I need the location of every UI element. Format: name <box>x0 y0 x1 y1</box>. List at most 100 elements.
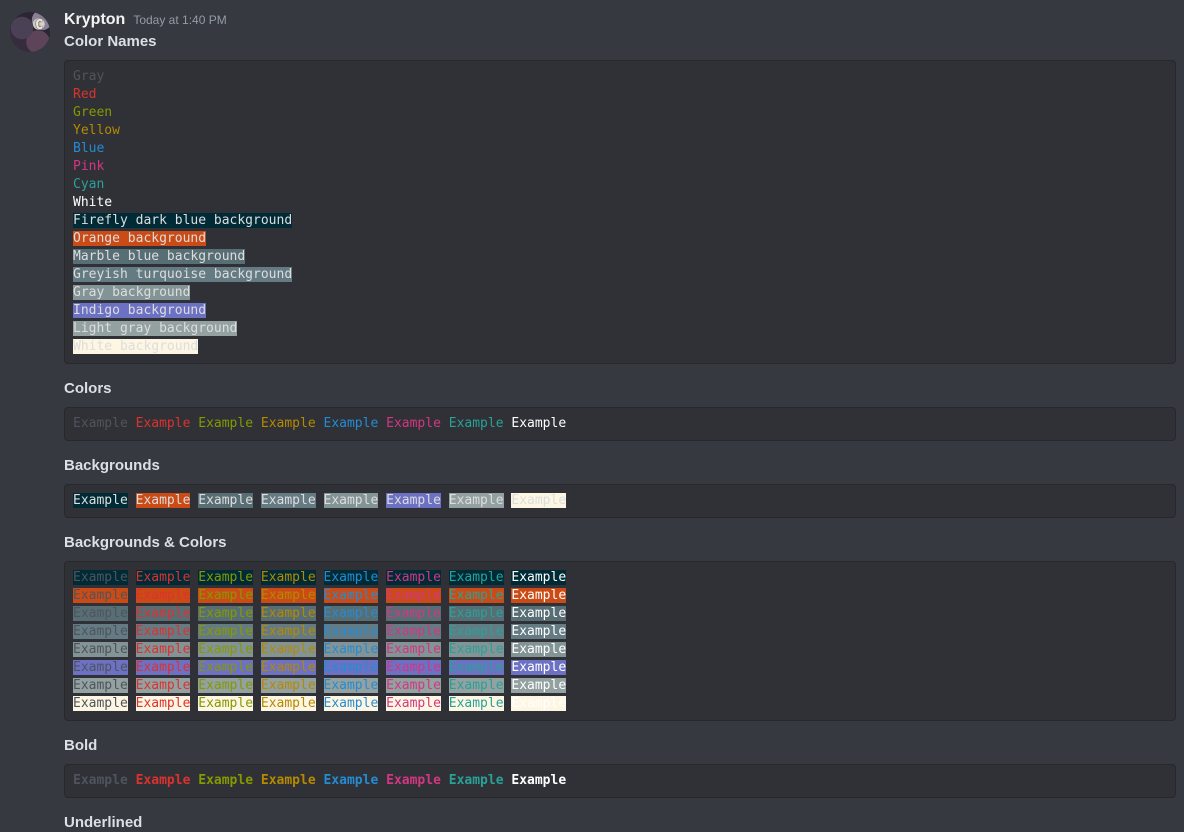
ansi-example: Example <box>449 696 504 711</box>
ansi-example: Example <box>73 678 128 693</box>
ansi-example: Example <box>73 696 128 711</box>
code-block-bold: Example Example Example Example Example … <box>64 764 1176 798</box>
ansi-example: Example <box>261 696 316 711</box>
ansi-example: Example <box>511 493 566 508</box>
ansi-example: Example <box>324 773 379 788</box>
color-name-line: Gray <box>73 68 1167 86</box>
code-block-grid: Example Example Example Example Example … <box>64 561 1176 721</box>
color-name-line: White background <box>73 338 1167 356</box>
ansi-example: Example <box>261 624 316 639</box>
color-name-line: Orange background <box>73 230 1167 248</box>
ansi-example: Example <box>511 624 566 639</box>
grid-row: Example Example Example Example Example … <box>73 677 1167 695</box>
fg-color-name: Cyan <box>73 177 104 192</box>
ansi-example: Example <box>261 588 316 603</box>
ansi-example: Example <box>136 773 191 788</box>
ansi-example: Example <box>511 642 566 657</box>
ansi-example: Example <box>386 660 441 675</box>
ansi-example: Example <box>261 493 316 508</box>
ansi-example: Example <box>511 570 566 585</box>
fg-color-name: Pink <box>73 159 104 174</box>
message-header: Krypton Today at 1:40 PM <box>64 10 1176 30</box>
ansi-example: Example <box>324 624 379 639</box>
fg-color-name: White <box>73 195 112 210</box>
ansi-example: Example <box>386 642 441 657</box>
ansi-example: Example <box>198 416 253 431</box>
ansi-example: Example <box>261 570 316 585</box>
ansi-example: Example <box>386 678 441 693</box>
ansi-example: Example <box>136 416 191 431</box>
ansi-example: Example <box>511 696 566 711</box>
grid-row: Example Example Example Example Example … <box>73 695 1167 713</box>
chat-message: C Krypton Today at 1:40 PM Color Names G… <box>0 0 1184 832</box>
ansi-example: Example <box>73 493 128 508</box>
bg-color-name: Gray background <box>73 285 190 300</box>
ansi-example: Example <box>324 416 379 431</box>
grid-row: Example Example Example Example Example … <box>73 659 1167 677</box>
ansi-example: Example <box>73 660 128 675</box>
ansi-example: Example <box>511 416 566 431</box>
bg-color-name: Firefly dark blue background <box>73 213 292 228</box>
section-header-bold: Bold <box>64 736 1176 756</box>
ansi-example: Example <box>73 606 128 621</box>
ansi-example: Example <box>261 773 316 788</box>
ansi-example: Example <box>324 678 379 693</box>
section-header-colors: Colors <box>64 379 1176 399</box>
ansi-example: Example <box>324 660 379 675</box>
ansi-example: Example <box>449 642 504 657</box>
ansi-example: Example <box>386 773 441 788</box>
color-name-line: White <box>73 194 1167 212</box>
ansi-example: Example <box>136 588 191 603</box>
user-avatar[interactable]: C <box>10 12 50 52</box>
code-block-colors: Example Example Example Example Example … <box>64 407 1176 441</box>
ansi-example: Example <box>449 588 504 603</box>
grid-row: Example Example Example Example Example … <box>73 623 1167 641</box>
color-name-line: Indigo background <box>73 302 1167 320</box>
bg-color-name: Orange background <box>73 231 206 246</box>
ansi-example: Example <box>198 493 253 508</box>
grid-row: Example Example Example Example Example … <box>73 605 1167 623</box>
bg-color-name: Marble blue background <box>73 249 245 264</box>
color-name-line: Green <box>73 104 1167 122</box>
ansi-example: Example <box>136 624 191 639</box>
ansi-example: Example <box>136 570 191 585</box>
bg-color-name: Indigo background <box>73 303 206 318</box>
username[interactable]: Krypton <box>64 10 125 30</box>
ansi-example: Example <box>73 642 128 657</box>
ansi-example: Example <box>261 606 316 621</box>
ansi-example: Example <box>511 773 566 788</box>
ansi-example: Example <box>449 624 504 639</box>
ansi-example: Example <box>449 493 504 508</box>
ansi-example: Example <box>261 416 316 431</box>
color-name-line: Light gray background <box>73 320 1167 338</box>
ansi-example: Example <box>198 773 253 788</box>
ansi-example: Example <box>324 696 379 711</box>
ansi-example: Example <box>511 588 566 603</box>
ansi-example: Example <box>511 678 566 693</box>
ansi-example: Example <box>324 493 379 508</box>
fg-color-name: Green <box>73 105 112 120</box>
ansi-example: Example <box>136 696 191 711</box>
ansi-example: Example <box>449 678 504 693</box>
color-name-line: Pink <box>73 158 1167 176</box>
avatar-image: C <box>35 18 43 33</box>
section-header-backgrounds-and-colors: Backgrounds & Colors <box>64 533 1176 553</box>
bg-color-name: Light gray background <box>73 321 237 336</box>
ansi-example: Example <box>261 660 316 675</box>
ansi-example: Example <box>73 588 128 603</box>
ansi-example: Example <box>386 696 441 711</box>
ansi-example: Example <box>198 642 253 657</box>
ansi-example: Example <box>198 624 253 639</box>
color-name-line: Yellow <box>73 122 1167 140</box>
fg-color-name: Yellow <box>73 123 120 138</box>
bg-color-name: White background <box>73 339 198 354</box>
ansi-example: Example <box>73 570 128 585</box>
timestamp: Today at 1:40 PM <box>133 10 226 30</box>
fg-color-name: Gray <box>73 69 104 84</box>
ansi-example: Example <box>261 642 316 657</box>
ansi-example: Example <box>511 606 566 621</box>
fg-color-name: Blue <box>73 141 104 156</box>
color-name-line: Cyan <box>73 176 1167 194</box>
color-name-line: Greyish turquoise background <box>73 266 1167 284</box>
grid-row: Example Example Example Example Example … <box>73 641 1167 659</box>
